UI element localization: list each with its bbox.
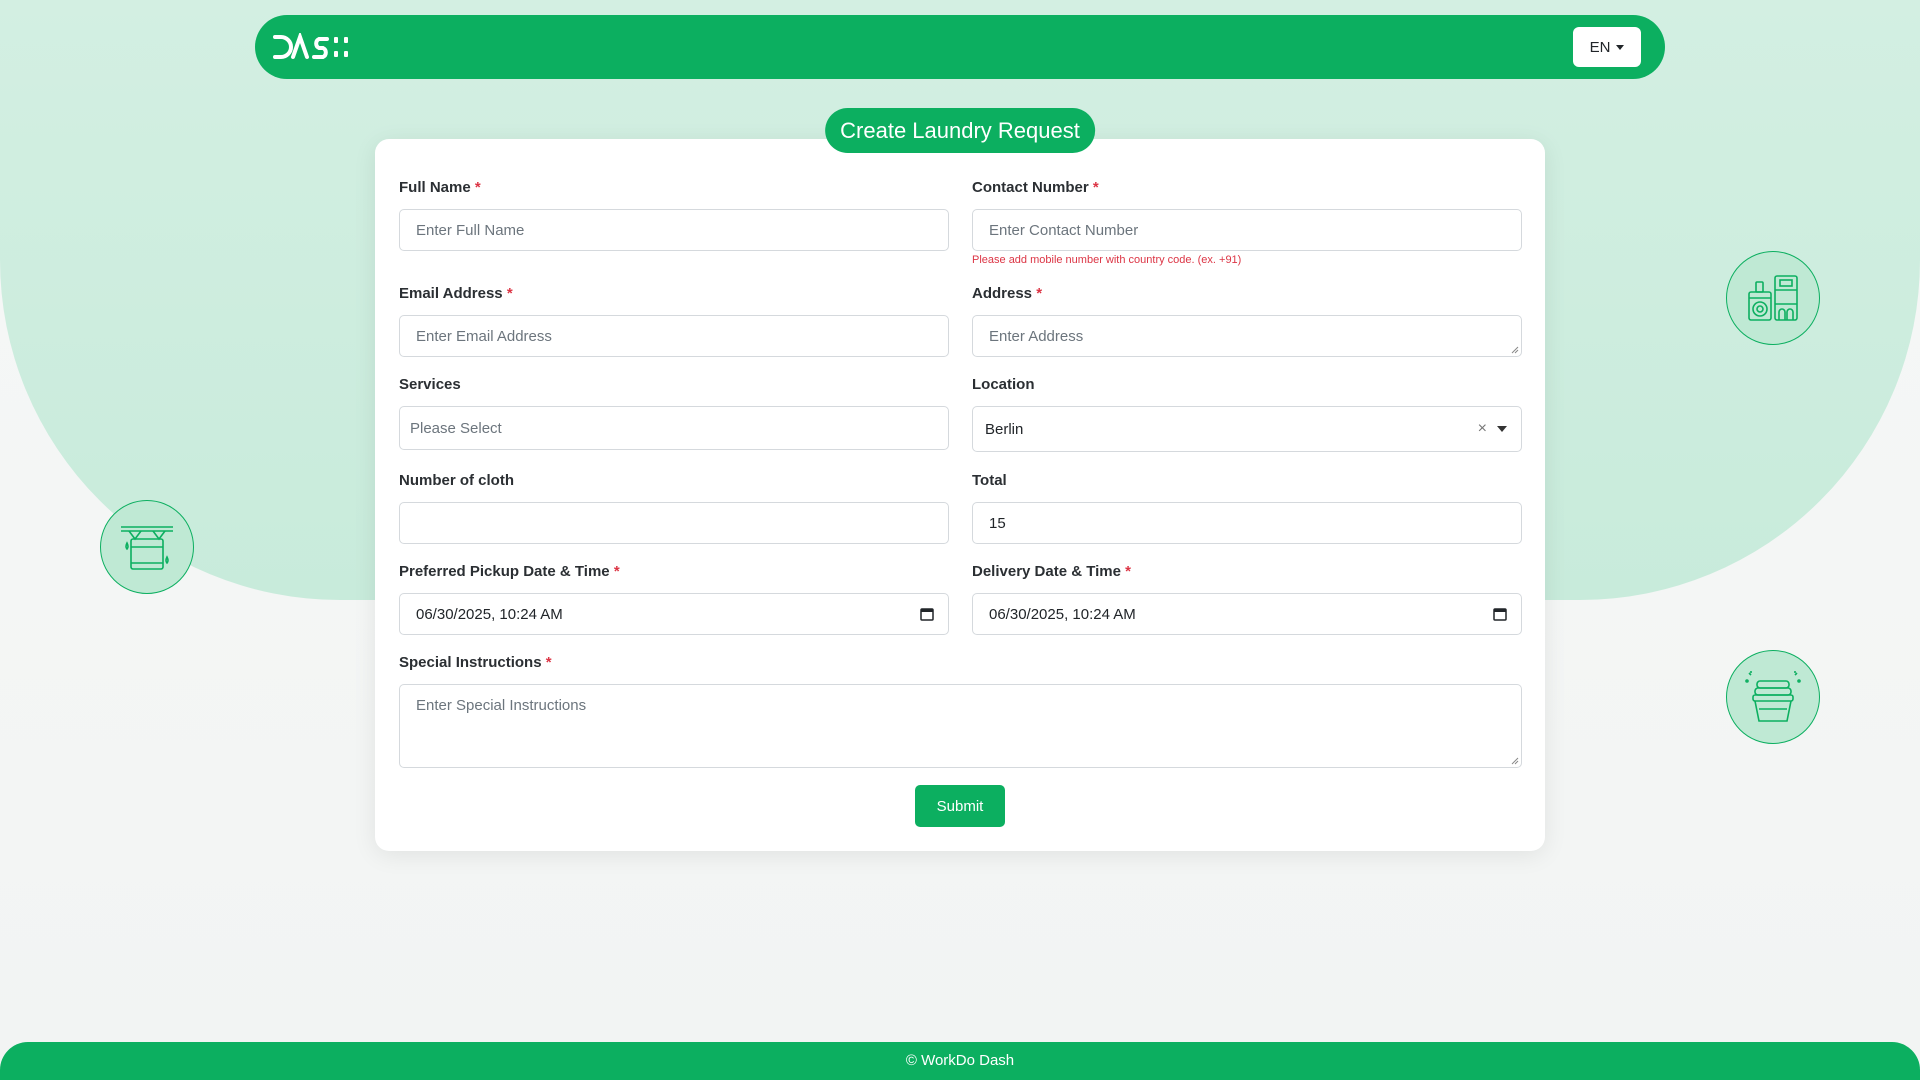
email-input[interactable]: Enter Email Address: [399, 315, 949, 357]
full-name-label: Full Name *: [399, 179, 949, 199]
resize-handle-icon[interactable]: [1511, 346, 1519, 354]
services-field: Services Please Select: [399, 376, 949, 450]
special-instructions-label: Special Instructions *: [399, 654, 1522, 674]
contact-number-input[interactable]: Enter Contact Number: [972, 209, 1522, 251]
number-of-cloth-field: Number of cloth: [399, 472, 949, 544]
total-input[interactable]: 15: [972, 502, 1522, 544]
number-of-cloth-input[interactable]: [399, 502, 949, 544]
washing-machine-icon: [1726, 251, 1820, 345]
services-placeholder: Please Select: [410, 420, 502, 437]
contact-number-field: Contact Number * Enter Contact Number Pl…: [972, 179, 1522, 266]
location-field: Location Berlin ×: [972, 376, 1522, 452]
email-label: Email Address *: [399, 285, 949, 305]
delivery-datetime-field: Delivery Date & Time * 06/30/2025, 10:24…: [972, 563, 1522, 635]
total-label: Total: [972, 472, 1522, 492]
email-placeholder: Enter Email Address: [416, 328, 552, 345]
hanging-clothes-icon: [100, 500, 194, 594]
page-title: Create Laundry Request: [825, 108, 1095, 153]
laundry-basket-icon: [1726, 650, 1820, 744]
address-field: Address * Enter Address: [972, 285, 1522, 357]
full-name-field: Full Name * Enter Full Name: [399, 179, 949, 251]
top-navbar: EN: [255, 15, 1665, 79]
chevron-down-icon: [1616, 45, 1624, 50]
calendar-icon[interactable]: [920, 607, 934, 621]
delivery-datetime-input[interactable]: 06/30/2025, 10:24 AM: [972, 593, 1522, 635]
delivery-datetime-label: Delivery Date & Time *: [972, 563, 1522, 583]
location-value: Berlin: [985, 421, 1023, 438]
submit-button[interactable]: Submit: [915, 785, 1005, 827]
chevron-down-icon[interactable]: [1497, 426, 1507, 432]
clear-icon[interactable]: ×: [1478, 420, 1487, 438]
services-label: Services: [399, 376, 949, 396]
address-label: Address *: [972, 285, 1522, 305]
full-name-input[interactable]: Enter Full Name: [399, 209, 949, 251]
pickup-datetime-label: Preferred Pickup Date & Time *: [399, 563, 949, 583]
number-of-cloth-label: Number of cloth: [399, 472, 949, 492]
laundry-request-form: Full Name * Enter Full Name Contact Numb…: [375, 139, 1545, 851]
services-select[interactable]: Please Select: [399, 406, 949, 450]
dash-logo[interactable]: [271, 33, 351, 61]
footer: © WorkDo Dash: [0, 1042, 1920, 1080]
special-instructions-textarea[interactable]: Enter Special Instructions: [399, 684, 1522, 768]
pickup-datetime-field: Preferred Pickup Date & Time * 06/30/202…: [399, 563, 949, 635]
email-field: Email Address * Enter Email Address: [399, 285, 949, 357]
delivery-datetime-value: 06/30/2025, 10:24 AM: [989, 606, 1136, 623]
language-label: EN: [1590, 39, 1611, 56]
pickup-datetime-value: 06/30/2025, 10:24 AM: [416, 606, 563, 623]
location-select[interactable]: Berlin ×: [972, 406, 1522, 452]
contact-number-hint: Please add mobile number with country co…: [972, 254, 1522, 266]
special-instructions-placeholder: Enter Special Instructions: [416, 697, 586, 714]
total-field: Total 15: [972, 472, 1522, 544]
footer-copyright: © WorkDo Dash: [906, 1052, 1014, 1069]
contact-number-label: Contact Number *: [972, 179, 1522, 199]
address-textarea[interactable]: Enter Address: [972, 315, 1522, 357]
special-instructions-field: Special Instructions * Enter Special Ins…: [399, 654, 1522, 768]
pickup-datetime-input[interactable]: 06/30/2025, 10:24 AM: [399, 593, 949, 635]
calendar-icon[interactable]: [1493, 607, 1507, 621]
location-label: Location: [972, 376, 1522, 396]
language-dropdown[interactable]: EN: [1573, 27, 1641, 67]
total-value: 15: [989, 515, 1006, 532]
full-name-placeholder: Enter Full Name: [416, 222, 524, 239]
resize-handle-icon[interactable]: [1511, 757, 1519, 765]
address-placeholder: Enter Address: [989, 328, 1083, 345]
contact-number-placeholder: Enter Contact Number: [989, 222, 1138, 239]
